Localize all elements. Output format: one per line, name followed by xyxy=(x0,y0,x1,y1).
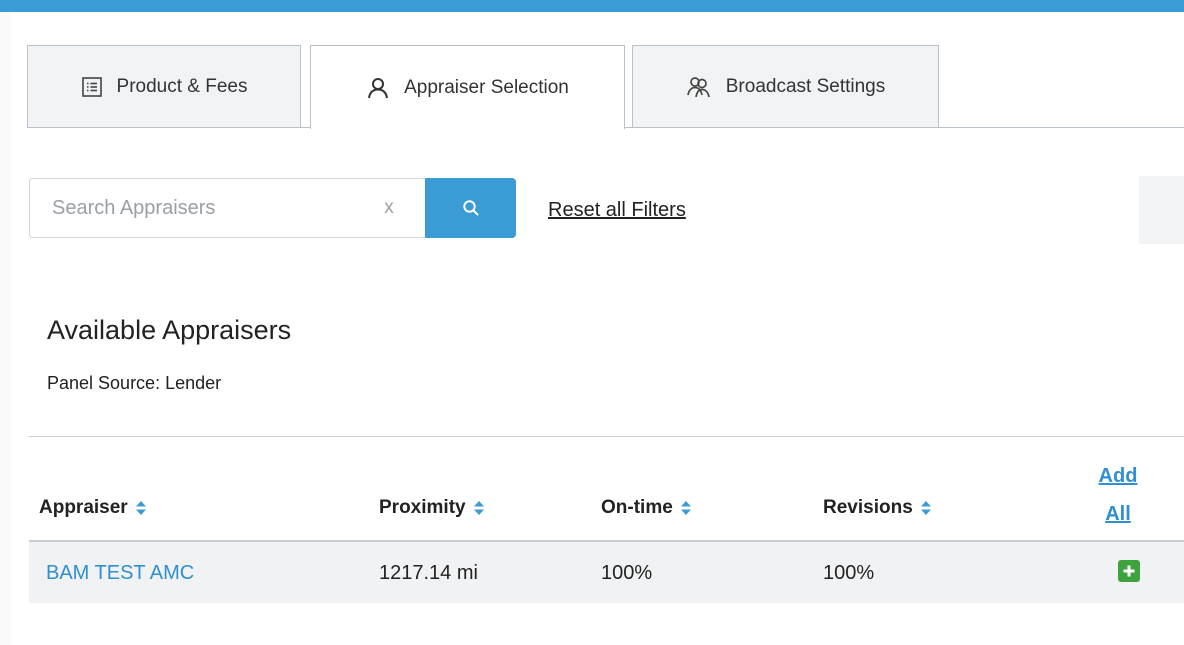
tab-product-fees-label: Product & Fees xyxy=(116,75,248,97)
top-accent-bar xyxy=(0,0,1184,12)
clear-search-icon[interactable]: x xyxy=(376,193,402,223)
search-button[interactable] xyxy=(425,178,516,238)
add-all-link[interactable]: Add All xyxy=(1088,457,1148,533)
column-header-proximity[interactable]: Proximity xyxy=(379,497,485,519)
column-header-proximity-label: Proximity xyxy=(379,497,466,518)
panel-source-text: Panel Source: Lender xyxy=(47,373,222,393)
section-divider xyxy=(29,436,1184,437)
sort-icon xyxy=(680,500,692,516)
list-icon xyxy=(81,76,103,98)
left-edge-strip xyxy=(0,12,10,645)
tab-appraiser-selection[interactable]: Appraiser Selection xyxy=(310,45,625,129)
tab-product-fees[interactable]: Product & Fees xyxy=(27,45,301,127)
add-all-label-line1: Add xyxy=(1098,465,1138,487)
appraiser-name-link[interactable]: BAM TEST AMC xyxy=(46,562,194,585)
sort-icon xyxy=(473,500,485,516)
column-header-appraiser[interactable]: Appraiser xyxy=(39,497,147,519)
tab-bar: Product & Fees Appraiser Selection Broad… xyxy=(27,45,1184,129)
search-icon xyxy=(462,199,480,217)
proximity-cell: 1217.14 mi xyxy=(379,562,478,584)
section-title: Available Appraisers xyxy=(47,315,292,345)
tab-broadcast-settings[interactable]: Broadcast Settings xyxy=(632,45,939,127)
add-all-label-line2: All xyxy=(1105,503,1131,525)
tab-appraiser-selection-label: Appraiser Selection xyxy=(404,76,569,98)
search-input[interactable] xyxy=(30,179,392,237)
sort-icon xyxy=(135,500,147,516)
table-row: BAM TEST AMC 1217.14 mi 100% 100% xyxy=(29,542,1184,603)
sort-icon xyxy=(920,500,932,516)
column-header-revisions-label: Revisions xyxy=(823,497,913,518)
column-header-revisions[interactable]: Revisions xyxy=(823,497,932,519)
search-box: x xyxy=(29,178,516,238)
add-appraiser-button[interactable] xyxy=(1118,560,1140,582)
users-icon xyxy=(686,75,712,99)
right-side-panel xyxy=(1139,176,1184,244)
tab-broadcast-settings-label: Broadcast Settings xyxy=(725,75,886,97)
column-header-ontime[interactable]: On-time xyxy=(601,497,692,519)
revisions-cell: 100% xyxy=(823,562,875,584)
plus-icon xyxy=(1122,564,1136,578)
user-icon xyxy=(366,76,390,100)
column-header-appraiser-label: Appraiser xyxy=(39,497,128,518)
reset-filters-link[interactable]: Reset all Filters xyxy=(548,199,686,222)
ontime-cell: 100% xyxy=(601,562,653,584)
column-header-ontime-label: On-time xyxy=(601,497,673,518)
